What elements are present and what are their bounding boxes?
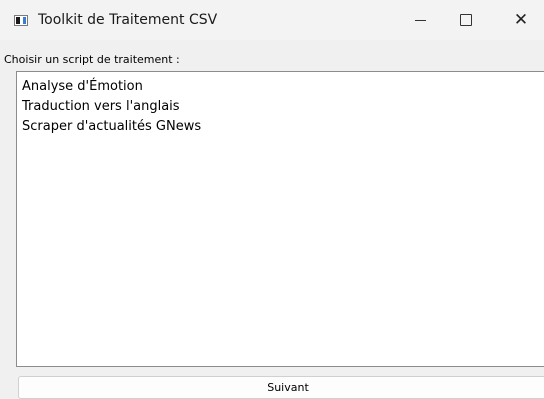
- next-button[interactable]: Suivant: [18, 376, 544, 399]
- minimize-icon: [414, 19, 426, 21]
- script-list[interactable]: Analyse d'Émotion Traduction vers l'angl…: [16, 71, 544, 367]
- close-icon: ✕: [513, 9, 529, 30]
- maximize-icon: [460, 14, 472, 26]
- maximize-button[interactable]: [443, 0, 489, 40]
- list-item-english-translation[interactable]: Traduction vers l'anglais: [22, 99, 180, 115]
- window-title: Toolkit de Traitement CSV: [38, 12, 218, 28]
- app-window: Toolkit de Traitement CSV ✕ Choisir un s…: [0, 0, 544, 399]
- title-bar[interactable]: Toolkit de Traitement CSV ✕: [0, 0, 544, 40]
- list-item-gnews-scraper[interactable]: Scraper d'actualités GNews: [22, 119, 201, 135]
- list-item-emotion-analysis[interactable]: Analyse d'Émotion: [22, 79, 143, 95]
- close-button[interactable]: ✕: [498, 0, 544, 40]
- app-icon: [14, 15, 28, 26]
- minimize-button[interactable]: [397, 0, 443, 40]
- script-prompt-label: Choisir un script de traitement :: [4, 53, 180, 66]
